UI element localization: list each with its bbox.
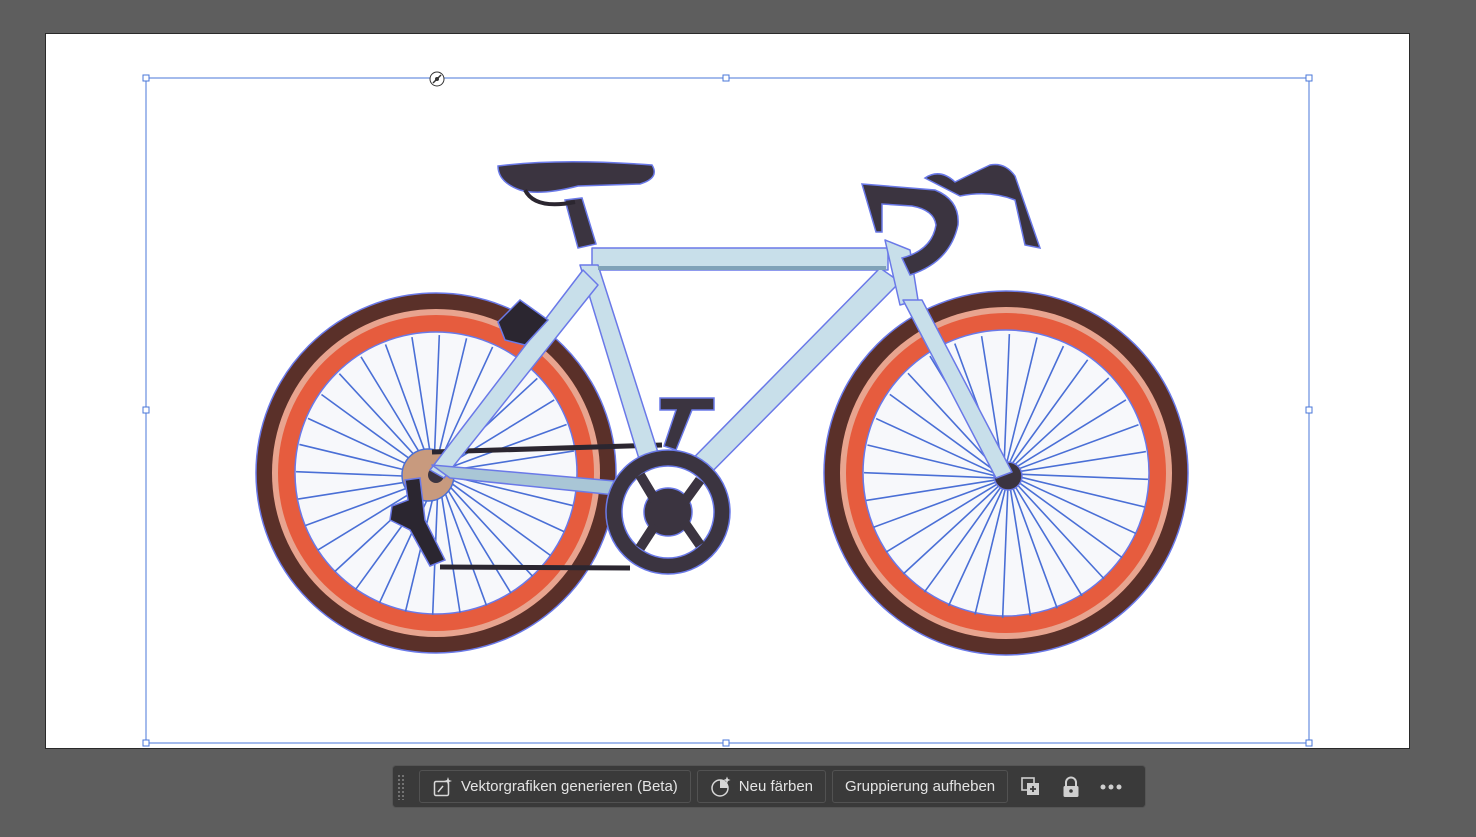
generate-vectors-button[interactable]: Vektorgrafiken generieren (Beta) [419, 770, 691, 803]
artwork[interactable] [46, 34, 1409, 748]
color-wheel-sparkle-icon [711, 776, 731, 797]
duplicate-button[interactable] [1014, 770, 1048, 803]
artboard[interactable] [46, 34, 1409, 748]
sparkle-frame-icon [433, 776, 452, 796]
generate-vectors-label: Vektorgrafiken generieren (Beta) [461, 778, 678, 795]
lock-icon [1063, 776, 1079, 797]
lock-button[interactable] [1054, 770, 1088, 803]
more-options-button[interactable] [1094, 770, 1128, 803]
recolor-label: Neu färben [738, 778, 814, 795]
contextual-task-bar[interactable]: Vektorgrafiken generieren (Beta) Neu fär… [392, 765, 1146, 808]
drag-handle-icon[interactable] [397, 773, 405, 800]
canvas-area[interactable]: Vektorgrafiken generieren (Beta) Neu fär… [0, 0, 1476, 837]
ungroup-label: Gruppierung aufheben [845, 778, 996, 795]
rotate-handle-icon[interactable] [429, 71, 445, 87]
ungroup-button[interactable]: Gruppierung aufheben [832, 770, 1009, 803]
more-options-icon [1100, 784, 1122, 789]
recolor-button[interactable]: Neu färben [696, 770, 827, 803]
duplicate-icon [1021, 776, 1040, 795]
crankset[interactable] [605, 397, 731, 575]
saddle[interactable] [497, 160, 655, 249]
